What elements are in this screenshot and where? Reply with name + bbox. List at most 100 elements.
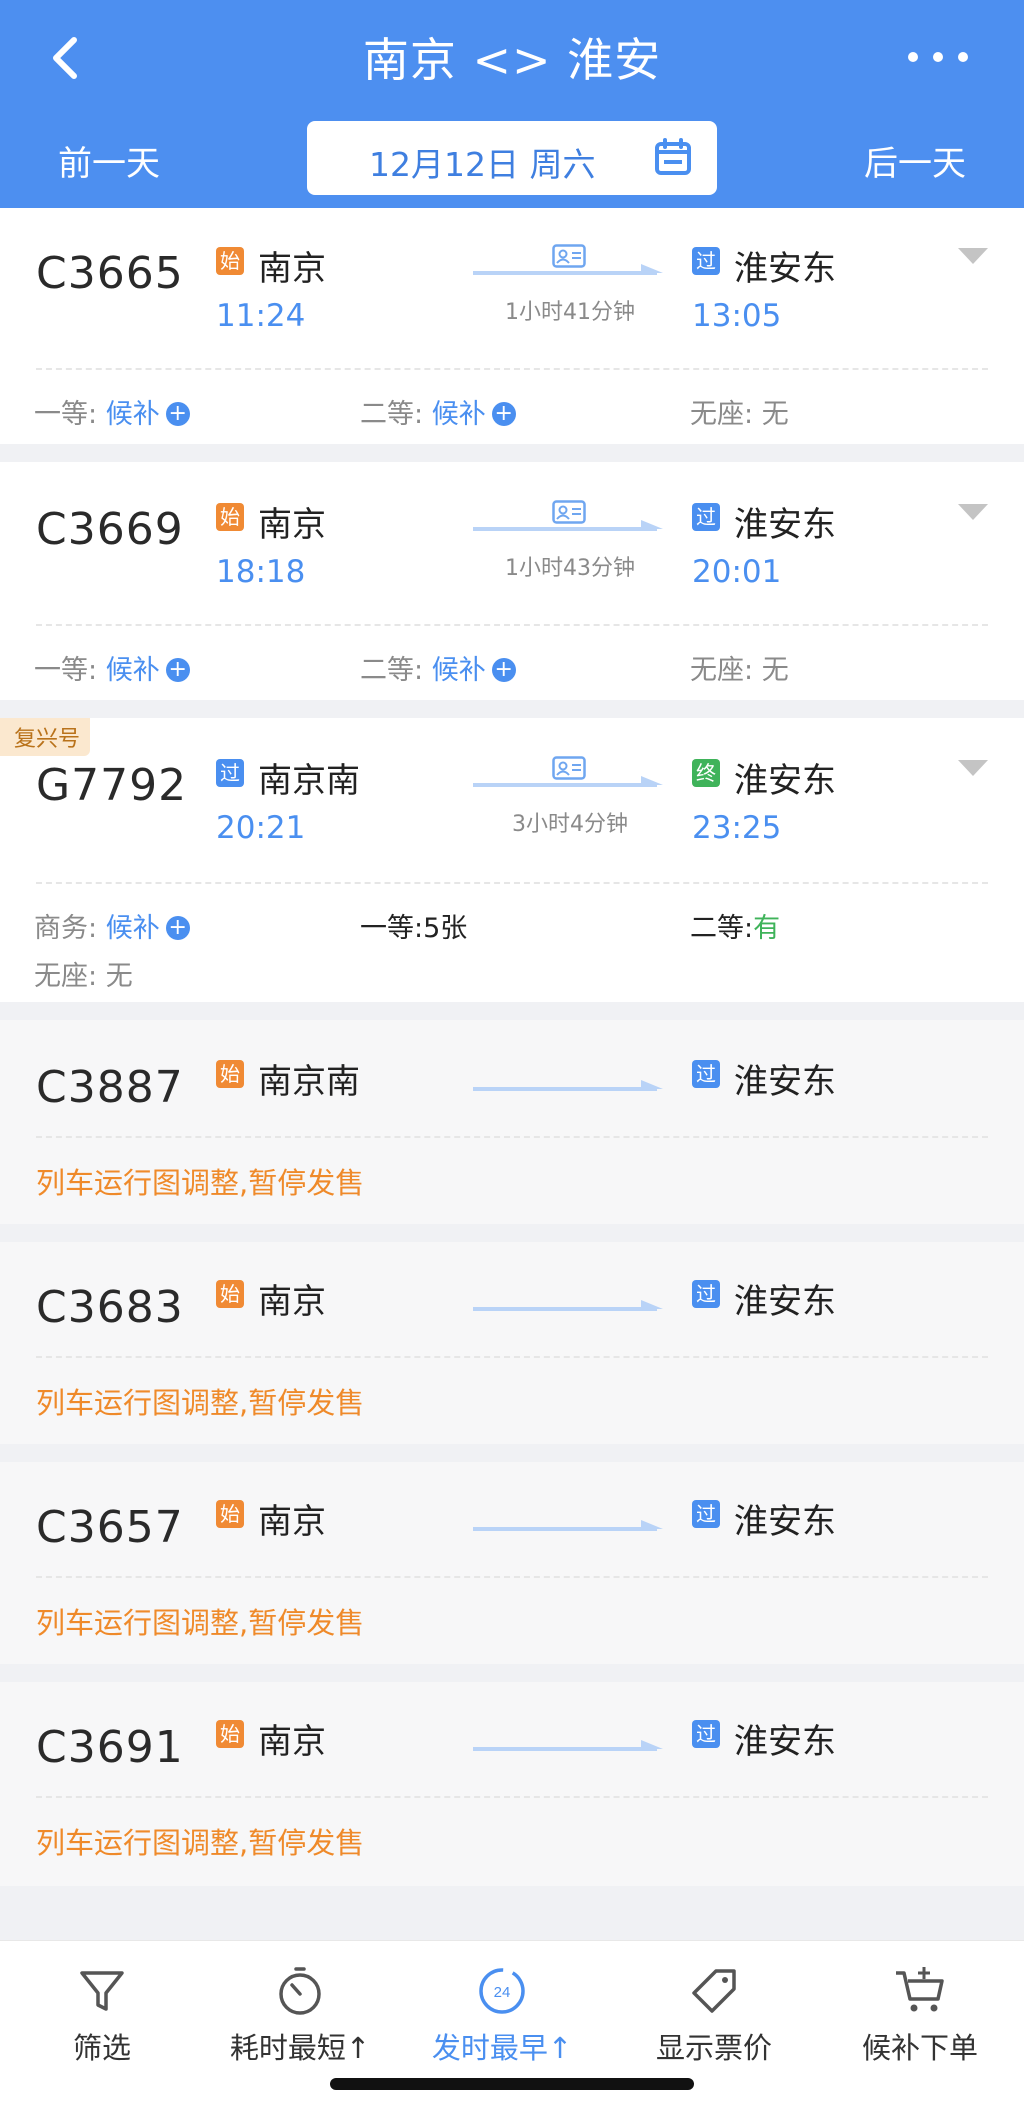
plus-icon: + bbox=[165, 402, 190, 426]
to-station: 淮安东 bbox=[734, 1502, 836, 1542]
clock-24-icon: 24 bbox=[479, 1968, 525, 2014]
plus-icon: + bbox=[165, 658, 190, 682]
seat-second-class[interactable]: 二等:有 bbox=[690, 906, 780, 945]
prev-day-button[interactable]: 前一天 bbox=[58, 136, 160, 185]
pass-badge: 过 bbox=[692, 247, 720, 275]
train-card-suspended[interactable]: C3683 始 南京 过 淮安东 列车运行图调整,暂停发售 bbox=[0, 1242, 1024, 1444]
divider bbox=[36, 1796, 988, 1798]
calendar-icon bbox=[655, 138, 691, 175]
tab-waitlist-order[interactable]: 候补下单 bbox=[830, 1963, 1010, 2067]
tab-show-price[interactable]: 显示票价 bbox=[624, 1963, 804, 2067]
pass-badge: 过 bbox=[216, 759, 244, 787]
seat-first-class[interactable]: 一等: 候补 + bbox=[34, 648, 190, 687]
direction-arrow-icon bbox=[473, 1300, 663, 1311]
tab-label: 候补下单 bbox=[861, 2031, 978, 2065]
seat-no-seat: 无座: 无 bbox=[690, 399, 789, 430]
train-card[interactable]: C3665 始 南京 11:24 1小时41分钟 过 淮安东 13:05 一等:… bbox=[0, 208, 1024, 444]
tab-label: 耗时最短↑ bbox=[229, 2031, 371, 2065]
seat-second-class[interactable]: 二等: 候补 + bbox=[360, 392, 516, 431]
price-tag-icon bbox=[692, 1969, 736, 2013]
suspend-notice: 列车运行图调整,暂停发售 bbox=[36, 1166, 365, 1200]
arrival-time: 13:05 bbox=[692, 298, 782, 334]
to-station: 淮安东 bbox=[734, 761, 836, 801]
train-number: G7792 bbox=[36, 760, 188, 811]
train-card[interactable]: 复兴号 G7792 过 南京南 20:21 3小时4分钟 终 淮安东 23:25… bbox=[0, 718, 1024, 1002]
divider bbox=[36, 624, 988, 626]
trip-duration: 1小时41分钟 bbox=[505, 300, 635, 325]
divider bbox=[36, 1356, 988, 1358]
to-station: 淮安东 bbox=[734, 1282, 836, 1322]
direction-arrow-icon bbox=[473, 1520, 663, 1531]
expand-triangle-icon[interactable] bbox=[958, 248, 988, 266]
train-card-suspended[interactable]: C3691 始 南京 过 淮安东 列车运行图调整,暂停发售 bbox=[0, 1682, 1024, 1886]
train-number: C3691 bbox=[36, 1722, 184, 1773]
cart-plus-icon bbox=[896, 1967, 944, 2012]
suspend-notice: 列车运行图调整,暂停发售 bbox=[36, 1386, 365, 1420]
train-card-suspended[interactable]: C3657 始 南京 过 淮安东 列车运行图调整,暂停发售 bbox=[0, 1462, 1024, 1664]
top-header: 南京 <> 淮安 前一天 12月12日 周六 后一天 bbox=[0, 0, 1024, 208]
direction-arrow-icon bbox=[473, 776, 663, 787]
fuxing-tag: 复兴号 bbox=[0, 718, 91, 756]
train-card-suspended[interactable]: C3887 始 南京南 过 淮安东 列车运行图调整,暂停发售 bbox=[0, 1020, 1024, 1224]
seat-first-class[interactable]: 一等: 候补 + bbox=[34, 392, 190, 431]
date-text: 12月12日 周六 bbox=[369, 145, 596, 184]
pass-badge: 过 bbox=[692, 1060, 720, 1088]
expand-triangle-icon[interactable] bbox=[958, 504, 988, 522]
direction-arrow-icon bbox=[473, 520, 663, 531]
next-day-button[interactable]: 后一天 bbox=[864, 136, 966, 185]
arrival-time: 23:25 bbox=[692, 810, 782, 846]
seat-first-class[interactable]: 一等:5张 bbox=[360, 906, 467, 945]
date-selector[interactable]: 12月12日 周六 bbox=[307, 121, 717, 195]
more-options-icon[interactable] bbox=[908, 40, 968, 74]
pass-badge: 过 bbox=[692, 503, 720, 531]
route-title: 南京 <> 淮安 bbox=[362, 33, 662, 87]
tab-label: 筛选 bbox=[72, 2031, 131, 2065]
from-station: 南京南 bbox=[258, 761, 360, 801]
direction-arrow-icon bbox=[473, 1740, 663, 1751]
to-station: 淮安东 bbox=[734, 249, 836, 289]
origin-badge: 始 bbox=[216, 1720, 244, 1748]
train-card[interactable]: C3669 始 南京 18:18 1小时43分钟 过 淮安东 20:01 一等:… bbox=[0, 462, 1024, 700]
trip-duration: 3小时4分钟 bbox=[512, 812, 628, 837]
plus-icon: + bbox=[491, 402, 516, 426]
from-station: 南京南 bbox=[258, 1062, 360, 1102]
pass-badge: 过 bbox=[692, 1280, 720, 1308]
divider bbox=[36, 1136, 988, 1138]
to-station: 淮安东 bbox=[734, 1722, 836, 1762]
seat-business-class[interactable]: 商务: 候补 + bbox=[34, 906, 190, 945]
train-number: C3657 bbox=[36, 1502, 184, 1553]
plus-icon: + bbox=[491, 658, 516, 682]
train-number: C3683 bbox=[36, 1282, 184, 1333]
pass-badge: 过 bbox=[692, 1500, 720, 1528]
train-number: C3887 bbox=[36, 1062, 184, 1113]
trip-duration: 1小时43分钟 bbox=[505, 556, 635, 581]
tab-shortest-duration[interactable]: 耗时最短↑ bbox=[210, 1963, 390, 2067]
from-station: 南京 bbox=[258, 1282, 326, 1322]
suspend-notice: 列车运行图调整,暂停发售 bbox=[36, 1606, 365, 1640]
origin-badge: 始 bbox=[216, 1280, 244, 1308]
from-station: 南京 bbox=[258, 1502, 326, 1542]
tab-earliest-departure[interactable]: 24 发时最早↑ bbox=[412, 1963, 592, 2067]
tab-filter[interactable]: 筛选 bbox=[12, 1963, 192, 2067]
home-indicator[interactable] bbox=[330, 2078, 694, 2090]
arrival-time: 20:01 bbox=[692, 554, 782, 590]
train-number: C3669 bbox=[36, 504, 184, 555]
seat-no-seat: 无座: 无 bbox=[34, 961, 133, 992]
from-station: 南京 bbox=[258, 1722, 326, 1762]
from-station: 南京 bbox=[258, 249, 326, 289]
divider bbox=[36, 882, 988, 884]
pass-badge: 过 bbox=[692, 1720, 720, 1748]
filter-icon bbox=[80, 1971, 124, 2011]
departure-time: 20:21 bbox=[216, 810, 306, 846]
divider bbox=[36, 368, 988, 370]
departure-time: 18:18 bbox=[216, 554, 306, 590]
origin-badge: 始 bbox=[216, 503, 244, 531]
plus-icon: + bbox=[165, 916, 190, 940]
seat-second-class[interactable]: 二等: 候补 + bbox=[360, 648, 516, 687]
stopwatch-icon bbox=[279, 1967, 321, 2015]
suspend-notice: 列车运行图调整,暂停发售 bbox=[36, 1826, 365, 1860]
direction-arrow-icon bbox=[473, 1080, 663, 1091]
divider bbox=[36, 1576, 988, 1578]
expand-triangle-icon[interactable] bbox=[958, 760, 988, 778]
to-station: 淮安东 bbox=[734, 1062, 836, 1102]
